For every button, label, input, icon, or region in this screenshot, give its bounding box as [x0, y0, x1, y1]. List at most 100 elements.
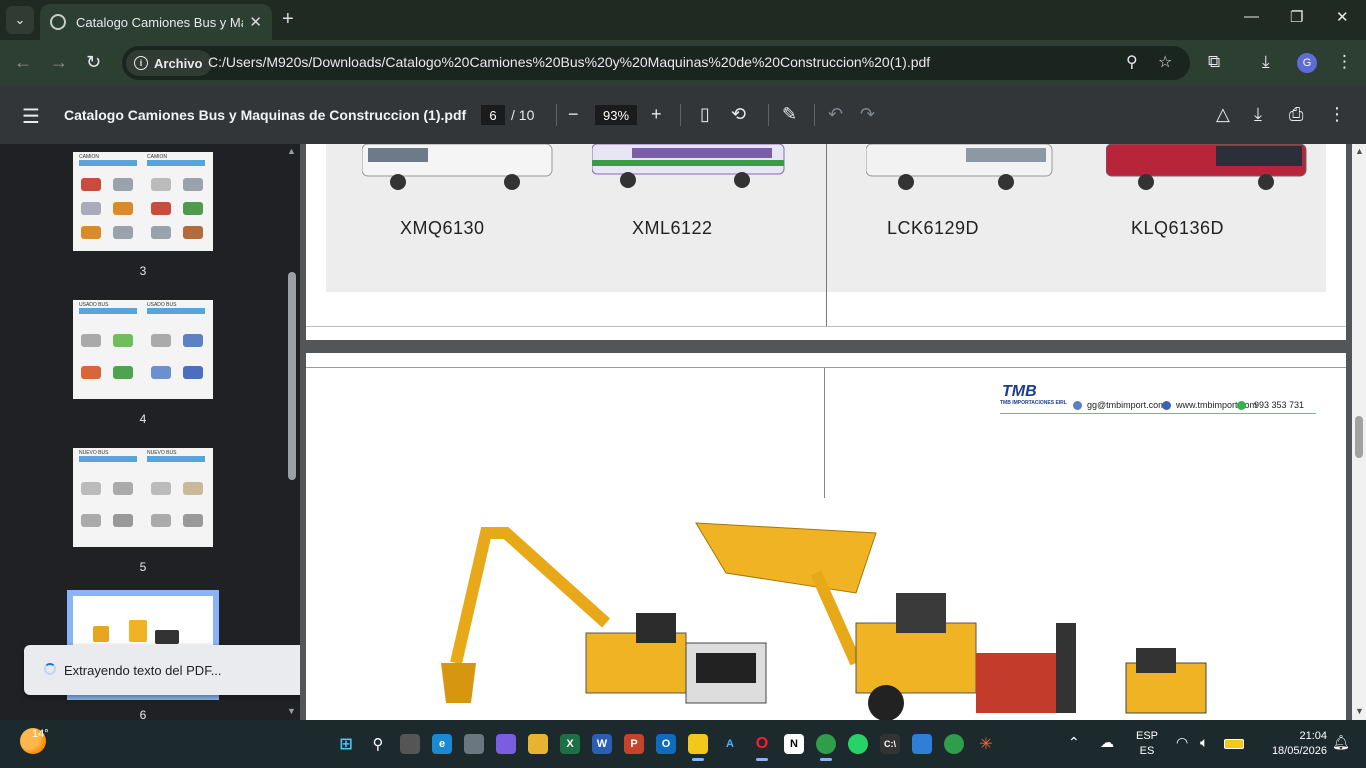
store-icon[interactable]: [464, 734, 484, 754]
page-thumbnail-3[interactable]: CAMION CAMION: [73, 152, 213, 251]
thumbnail-label: 5: [139, 560, 147, 574]
downloads-icon[interactable]: ⤓: [1262, 52, 1270, 72]
volume-icon[interactable]: 🔈︎: [1200, 734, 1208, 751]
word-icon[interactable]: W: [592, 734, 612, 754]
url-text: C:/Users/M920s/Downloads/Catalogo%20Cami…: [208, 54, 931, 70]
back-icon[interactable]: ←: [14, 52, 32, 73]
zoom-search-icon[interactable]: ⚲: [1126, 52, 1138, 72]
site-info-label: Archivo: [154, 55, 203, 71]
close-tab-icon[interactable]: ✕: [249, 13, 262, 31]
site-info-chip[interactable]: i Archivo: [126, 50, 213, 76]
sticky-notes-icon[interactable]: [688, 734, 708, 761]
whatsapp-taskbar-icon[interactable]: [848, 734, 868, 754]
page-thumbnail-5[interactable]: NUEVO BUS NUEVO BUS: [73, 448, 213, 547]
fit-page-icon[interactable]: ▯: [700, 104, 710, 125]
zoom-level-input[interactable]: 93%: [595, 105, 637, 125]
windows-taskbar: 14° ⊞ ⚲ e X W P O A O N C:\ ✳ ⌃ ☁ ESP ES …: [0, 720, 1366, 768]
thumbnail-label: 3: [139, 264, 147, 278]
bookmark-star-icon[interactable]: ☆: [1158, 52, 1172, 72]
redo-icon[interactable]: ↷: [860, 104, 875, 125]
viewer-scroll-thumb[interactable]: [1355, 416, 1363, 458]
opera-icon[interactable]: O: [752, 734, 772, 761]
toast-message: Extrayendo texto del PDF...: [64, 663, 222, 678]
undo-icon[interactable]: ↶: [828, 104, 843, 125]
document-title: Catalogo Camiones Bus y Maquinas de Cons…: [64, 107, 467, 123]
model-label: XML6122: [632, 218, 713, 238]
terminal-icon[interactable]: C:\: [880, 734, 900, 754]
chrome-profile-icon[interactable]: [944, 734, 964, 754]
bus-image-xmq6130: [362, 144, 553, 190]
annotate-pen-icon[interactable]: ✎: [782, 104, 797, 125]
globe-icon: [50, 14, 66, 30]
chrome-icon[interactable]: [816, 734, 836, 761]
contact-email: gg@tmbimport.com: [1087, 400, 1166, 410]
page-rule: [306, 367, 1346, 368]
notion-icon[interactable]: N: [784, 734, 804, 754]
model-label: KLQ6136D: [1131, 218, 1225, 238]
print-icon[interactable]: ⎙: [1289, 104, 1303, 125]
file-explorer-icon[interactable]: [528, 734, 548, 754]
close-window-icon[interactable]: ✕: [1336, 8, 1349, 26]
copilot-icon[interactable]: [496, 734, 516, 754]
page-thumbnail-4[interactable]: USADO BUS USADO BUS: [73, 300, 213, 399]
forward-icon[interactable]: →: [50, 52, 68, 73]
construction-machines-image: [441, 522, 1207, 720]
extracting-text-toast: Extrayendo texto del PDF...: [24, 645, 312, 695]
powerpoint-icon[interactable]: P: [624, 734, 644, 754]
rotate-icon[interactable]: ⟲: [731, 104, 746, 125]
page-divider: [824, 368, 825, 498]
header-rule: [1000, 413, 1316, 414]
azure-icon[interactable]: A: [720, 734, 740, 754]
bus-image-lck6129d: [866, 144, 1053, 190]
outlook-icon[interactable]: O: [656, 734, 676, 754]
onedrive-icon[interactable]: ☁: [1100, 734, 1114, 751]
extensions-icon[interactable]: ⧉: [1208, 52, 1220, 72]
search-icon[interactable]: ⚲: [368, 734, 388, 754]
claude-icon[interactable]: ✳: [976, 734, 996, 754]
page-total: / 10: [511, 107, 535, 123]
pdf-viewer[interactable]: XMQ6130 XML6122 LCK6129D KLQ6136D TMB TM…: [300, 144, 1352, 720]
reload-icon[interactable]: ↻: [86, 52, 101, 73]
start-windows-icon[interactable]: ⊞: [336, 734, 356, 754]
sidebar-scroll-thumb[interactable]: [288, 272, 296, 480]
zoom-in-button[interactable]: +: [651, 104, 662, 125]
model-label: XMQ6130: [400, 218, 485, 238]
download-icon[interactable]: ⤓: [1254, 104, 1262, 125]
edge-icon[interactable]: e: [432, 734, 452, 754]
system-clock[interactable]: 21:04 18/05/2026: [1261, 729, 1327, 759]
model-label: LCK6129D: [887, 218, 980, 238]
notification-bell-icon[interactable]: 🔔︎: [1332, 734, 1350, 751]
address-bar[interactable]: i Archivo C:/Users/M920s/Downloads/Catal…: [122, 46, 1190, 80]
restore-icon[interactable]: ❐: [1290, 8, 1303, 26]
new-tab-button[interactable]: +: [282, 8, 294, 31]
hamburger-menu-icon[interactable]: ☰: [22, 104, 40, 129]
tab-search-button[interactable]: ⌄: [6, 6, 34, 34]
thumbnail-label: 6: [139, 708, 147, 720]
pdf-toolbar: ☰ Catalogo Camiones Bus y Maquinas de Co…: [0, 86, 1366, 144]
profile-avatar[interactable]: G: [1297, 53, 1317, 73]
divider: [680, 104, 681, 126]
save-to-drive-icon[interactable]: △: [1216, 104, 1230, 125]
more-actions-icon[interactable]: ⋮: [1328, 104, 1346, 125]
photos-icon[interactable]: [912, 734, 932, 754]
page-number-input[interactable]: 6: [481, 105, 505, 125]
language-indicator[interactable]: ESP ES: [1136, 729, 1158, 759]
page-divider: [826, 144, 827, 326]
task-view-icon[interactable]: [400, 734, 420, 754]
viewer-scrollbar[interactable]: ▲ ▼: [1352, 144, 1366, 720]
tmb-logo-subtitle: TMB IMPORTACIONES EIRL: [1000, 400, 1067, 406]
tab-title: Catalogo Camiones Bus y Maqu: [76, 14, 243, 30]
excel-icon[interactable]: X: [560, 734, 580, 754]
battery-icon[interactable]: [1224, 739, 1244, 749]
loading-spinner-icon: [44, 663, 56, 675]
web-globe-icon: [1162, 401, 1171, 410]
thumbnail-label: 4: [139, 412, 147, 426]
wifi-icon[interactable]: ◠: [1176, 734, 1188, 751]
browser-tab[interactable]: Catalogo Camiones Bus y Maqu ✕: [40, 4, 272, 40]
tmb-logo: TMB: [1002, 383, 1037, 400]
minimize-icon[interactable]: —: [1244, 8, 1259, 25]
browser-menu-icon[interactable]: ⋮: [1336, 52, 1353, 72]
page-rule: [306, 326, 1346, 327]
zoom-out-button[interactable]: −: [568, 104, 579, 125]
show-hidden-icons-chevron[interactable]: ⌃: [1068, 734, 1080, 751]
